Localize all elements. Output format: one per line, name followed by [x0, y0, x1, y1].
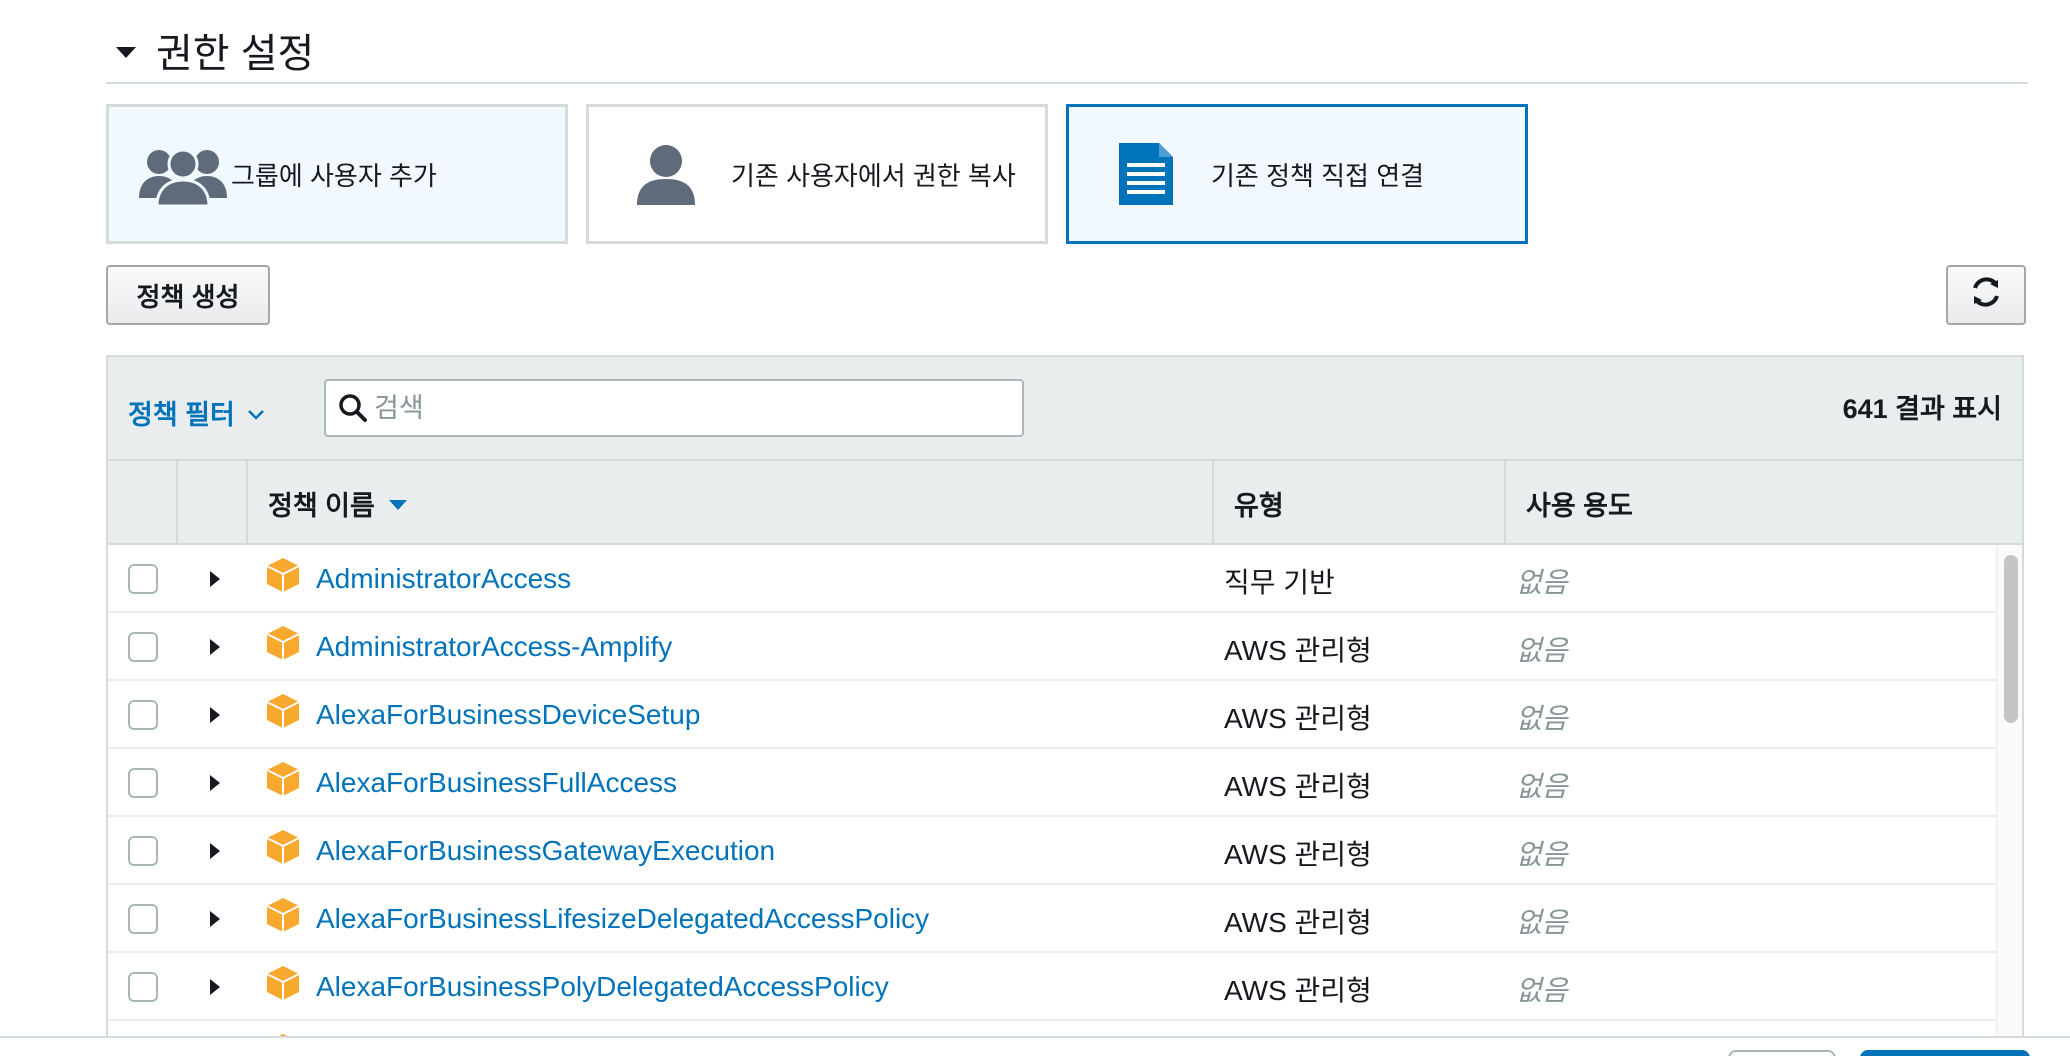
filter-label: 정책 필터	[128, 400, 235, 430]
policy-name-link[interactable]: AlexaForBusinessDeviceSetup	[316, 699, 700, 731]
chevron-down-icon	[247, 397, 265, 428]
expand-row-icon[interactable]	[210, 911, 220, 927]
package-icon	[266, 693, 300, 734]
package-icon	[266, 897, 300, 938]
package-icon	[266, 625, 300, 666]
policy-usage: 없음	[1516, 567, 1568, 598]
scrollbar-thumb[interactable]	[2004, 555, 2018, 723]
row-checkbox[interactable]	[128, 564, 158, 594]
policy-type: AWS 관리형	[1224, 907, 1372, 938]
policy-type: AWS 관리형	[1224, 975, 1372, 1006]
section-title: 권한 설정	[156, 32, 315, 76]
table-row: AlexaForBusinessPolyDelegatedAccessPolic…	[108, 953, 1998, 1021]
policy-usage: 없음	[1516, 975, 1568, 1006]
policy-filter-dropdown[interactable]: 정책 필터	[128, 393, 265, 432]
policy-name-link[interactable]: AdministratorAccess	[316, 563, 571, 595]
column-header-usage[interactable]: 사용 용도	[1506, 461, 2022, 545]
policy-usage: 없음	[1516, 635, 1568, 666]
policy-type: AWS 관리형	[1224, 839, 1372, 870]
policy-usage: 없음	[1516, 839, 1568, 870]
table-row: AlexaForBusinessGatewayExecution AWS 관리형…	[108, 817, 1998, 885]
section-header[interactable]: 권한 설정	[106, 18, 2028, 84]
document-icon	[1101, 139, 1191, 209]
column-label: 사용 용도	[1526, 490, 1633, 521]
filter-bar: 정책 필터 641 결과 표시	[108, 357, 2022, 461]
cancel-button[interactable]	[1728, 1050, 1836, 1056]
expand-row-icon[interactable]	[210, 639, 220, 655]
table-scrollbar[interactable]	[1996, 545, 2022, 1056]
package-icon	[266, 965, 300, 1006]
create-policy-button[interactable]: 정책 생성	[106, 265, 270, 325]
policy-type: AWS 관리형	[1224, 771, 1372, 802]
policy-usage: 없음	[1516, 703, 1568, 734]
option-label: 그룹에 사용자 추가	[231, 160, 437, 191]
expand-row-icon[interactable]	[210, 571, 220, 587]
policy-name-link[interactable]: AdministratorAccess-Amplify	[316, 631, 672, 663]
next-button[interactable]	[1860, 1050, 2030, 1056]
row-checkbox[interactable]	[128, 632, 158, 662]
row-checkbox[interactable]	[128, 700, 158, 730]
policy-name-link[interactable]: AlexaForBusinessLifesizeDelegatedAccessP…	[316, 903, 929, 935]
package-icon	[266, 829, 300, 870]
search-icon	[338, 393, 368, 423]
refresh-icon	[1970, 276, 2002, 315]
expand-row-icon[interactable]	[210, 707, 220, 723]
row-checkbox[interactable]	[128, 768, 158, 798]
row-checkbox[interactable]	[128, 972, 158, 1002]
column-header-type[interactable]: 유형	[1214, 461, 1506, 545]
policies-table: 정책 필터 641 결과 표시 정책 이름	[106, 355, 2024, 1056]
select-column-header	[108, 461, 178, 545]
policy-name-link[interactable]: AlexaForBusinessGatewayExecution	[316, 835, 775, 867]
column-label: 정책 이름	[268, 490, 375, 521]
option-attach-policies[interactable]: 기존 정책 직접 연결	[1066, 104, 1528, 244]
user-icon	[621, 143, 711, 205]
policy-name-link[interactable]: AlexaForBusinessFullAccess	[316, 767, 677, 799]
result-count: 641 결과 표시	[1842, 394, 2002, 424]
expand-row-icon[interactable]	[210, 979, 220, 995]
table-row: AlexaForBusinessDeviceSetup AWS 관리형 없음	[108, 681, 1998, 749]
policy-type: AWS 관리형	[1224, 703, 1372, 734]
search-input[interactable]	[368, 391, 988, 425]
permissions-page: 권한 설정 그룹에 사용자 추가 기존 사용자에서 권한 복사 기존 정책 직접…	[0, 0, 2070, 1056]
expand-row-icon[interactable]	[210, 775, 220, 791]
sort-descending-icon	[388, 500, 407, 510]
option-copy-permissions[interactable]: 기존 사용자에서 권한 복사	[586, 104, 1048, 244]
table-row: AdministratorAccess-Amplify AWS 관리형 없음	[108, 613, 1998, 681]
table-row: AlexaForBusinessLifesizeDelegatedAccessP…	[108, 885, 1998, 953]
expand-row-icon[interactable]	[210, 843, 220, 859]
column-header-policy-name[interactable]: 정책 이름	[248, 461, 1214, 545]
package-icon	[266, 557, 300, 598]
policy-usage: 없음	[1516, 907, 1568, 938]
policy-usage: 없음	[1516, 771, 1568, 802]
package-icon	[266, 761, 300, 802]
table-body: AdministratorAccess 직무 기반 없음 Administrat…	[108, 545, 1998, 1056]
caret-down-icon[interactable]	[116, 46, 136, 58]
table-row: AlexaForBusinessFullAccess AWS 관리형 없음	[108, 749, 1998, 817]
row-checkbox[interactable]	[128, 904, 158, 934]
policy-type: AWS 관리형	[1224, 635, 1372, 666]
search-box[interactable]	[324, 379, 1024, 437]
table-row: AdministratorAccess 직무 기반 없음	[108, 545, 1998, 613]
option-add-to-group[interactable]: 그룹에 사용자 추가	[106, 104, 568, 244]
column-label: 유형	[1234, 490, 1284, 521]
users-group-icon	[123, 142, 243, 206]
policy-type: 직무 기반	[1224, 567, 1335, 598]
option-label: 기존 정책 직접 연결	[1211, 160, 1425, 191]
row-checkbox[interactable]	[128, 836, 158, 866]
option-label: 기존 사용자에서 권한 복사	[731, 160, 1016, 191]
table-header: 정책 이름 유형 사용 용도	[108, 461, 2022, 545]
refresh-button[interactable]	[1946, 265, 2026, 325]
policy-name-link[interactable]: AlexaForBusinessPolyDelegatedAccessPolic…	[316, 971, 889, 1003]
expand-column-header	[178, 461, 248, 545]
